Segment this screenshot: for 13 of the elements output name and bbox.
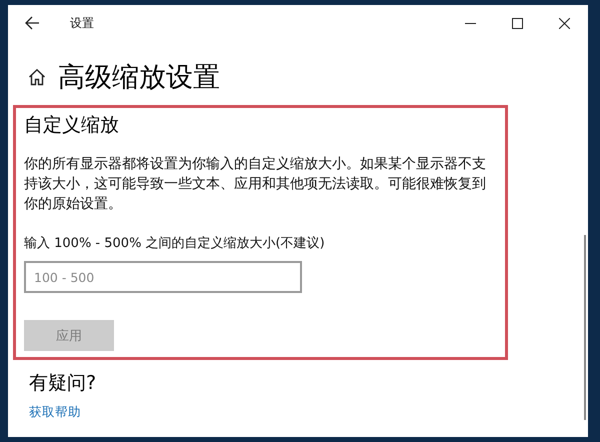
scale-input-field[interactable]: 100 - 500 xyxy=(24,261,302,293)
field-label: 输入 100% - 500% 之间的自定义缩放大小(不建议) xyxy=(24,235,326,252)
section-heading: 自定义缩放 xyxy=(24,113,120,138)
home-icon[interactable] xyxy=(28,68,46,86)
page-title: 高级缩放设置 xyxy=(58,61,220,95)
help-heading: 有疑问? xyxy=(29,371,98,396)
back-arrow-icon[interactable] xyxy=(24,15,40,31)
scrollbar[interactable] xyxy=(584,235,586,420)
window-title: 设置 xyxy=(70,14,94,32)
get-help-link[interactable]: 获取帮助 xyxy=(29,404,81,421)
close-icon xyxy=(559,18,570,28)
description-text: 你的所有显示器都将设置为你输入的自定义缩放大小。如果某个显示器不支持该大小，这可能导致一些文本、应用和其他项无法读取。可能很难恢复到你的原始设置。 xyxy=(24,155,486,214)
maximize-icon xyxy=(512,18,523,28)
